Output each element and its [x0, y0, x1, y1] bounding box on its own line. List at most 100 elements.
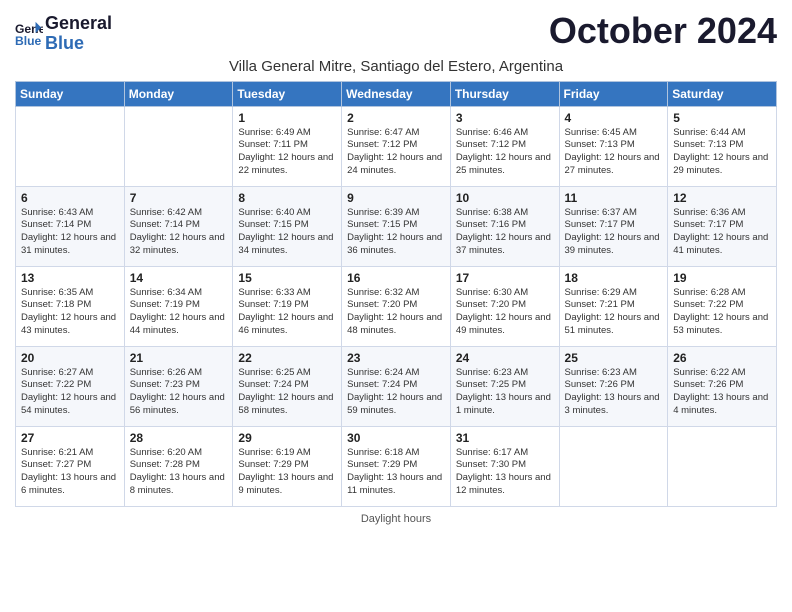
- cell-info: Sunrise: 6:29 AMSunset: 7:21 PMDaylight:…: [565, 287, 663, 338]
- calendar-cell: 3Sunrise: 6:46 AMSunset: 7:12 PMDaylight…: [450, 106, 559, 186]
- calendar-cell: 17 Sunrise: 6:30 AMSunset: 7:20 PMDayligh…: [450, 266, 559, 346]
- day-number: 23: [347, 351, 445, 365]
- day-header-sunday: Sunday: [16, 81, 125, 106]
- cell-info: Sunrise: 6:37 AMSunset: 7:17 PMDaylight:…: [565, 207, 663, 258]
- day-number: 15: [238, 271, 336, 285]
- calendar-cell: 22 Sunrise: 6:25 AMSunset: 7:24 PMDayligh…: [233, 346, 342, 426]
- calendar-cell: 31 Sunrise: 6:17 AMSunset: 7:30 PMDayligh…: [450, 426, 559, 506]
- cell-info: Sunrise: 6:44 AMSunset: 7:13 PMDaylight:…: [673, 127, 771, 178]
- day-number: 19: [673, 271, 771, 285]
- calendar-cell: 8Sunrise: 6:40 AMSunset: 7:15 PMDaylight…: [233, 186, 342, 266]
- day-header-thursday: Thursday: [450, 81, 559, 106]
- day-number: 8: [238, 191, 336, 205]
- cell-info: Sunrise: 6:46 AMSunset: 7:12 PMDaylight:…: [456, 127, 554, 178]
- cell-info: Sunrise: 6:23 AMSunset: 7:26 PMDaylight:…: [565, 367, 663, 418]
- calendar-cell: 27 Sunrise: 6:21 AMSunset: 7:27 PMDayligh…: [16, 426, 125, 506]
- cell-info: Sunrise: 6:18 AMSunset: 7:29 PMDaylight:…: [347, 447, 445, 498]
- calendar-week-1: 1Sunrise: 6:49 AMSunset: 7:11 PMDaylight…: [16, 106, 777, 186]
- cell-info: Sunrise: 6:36 AMSunset: 7:17 PMDaylight:…: [673, 207, 771, 258]
- day-number: 5: [673, 111, 771, 125]
- svg-text:Blue: Blue: [15, 34, 42, 48]
- day-number: 7: [130, 191, 228, 205]
- calendar-week-3: 13Sunrise: 6:35 AMSunset: 7:18 PMDayligh…: [16, 266, 777, 346]
- header: General Blue General Blue October 2024: [15, 10, 777, 54]
- cell-info: Sunrise: 6:39 AMSunset: 7:15 PMDaylight:…: [347, 207, 445, 258]
- calendar-cell: 2Sunrise: 6:47 AMSunset: 7:12 PMDaylight…: [342, 106, 451, 186]
- calendar-cell: 11 Sunrise: 6:37 AMSunset: 7:17 PMDayligh…: [559, 186, 668, 266]
- cell-info: Sunrise: 6:38 AMSunset: 7:16 PMDaylight:…: [456, 207, 554, 258]
- calendar-cell: 13Sunrise: 6:35 AMSunset: 7:18 PMDayligh…: [16, 266, 125, 346]
- day-header-friday: Friday: [559, 81, 668, 106]
- day-number: 26: [673, 351, 771, 365]
- calendar-cell: 12 Sunrise: 6:36 AMSunset: 7:17 PMDayligh…: [668, 186, 777, 266]
- calendar-cell: 7Sunrise: 6:42 AMSunset: 7:14 PMDaylight…: [124, 186, 233, 266]
- cell-info: Sunrise: 6:17 AMSunset: 7:30 PMDaylight:…: [456, 447, 554, 498]
- calendar-cell: 19 Sunrise: 6:28 AMSunset: 7:22 PMDayligh…: [668, 266, 777, 346]
- calendar-cell: 16 Sunrise: 6:32 AMSunset: 7:20 PMDayligh…: [342, 266, 451, 346]
- cell-info: Sunrise: 6:20 AMSunset: 7:28 PMDaylight:…: [130, 447, 228, 498]
- cell-info: Sunrise: 6:34 AMSunset: 7:19 PMDaylight:…: [130, 287, 228, 338]
- day-number: 14: [130, 271, 228, 285]
- cell-info: Sunrise: 6:23 AMSunset: 7:25 PMDaylight:…: [456, 367, 554, 418]
- day-header-saturday: Saturday: [668, 81, 777, 106]
- day-number: 12: [673, 191, 771, 205]
- calendar-cell: 18 Sunrise: 6:29 AMSunset: 7:21 PMDayligh…: [559, 266, 668, 346]
- day-number: 10: [456, 191, 554, 205]
- calendar-cell: 26 Sunrise: 6:22 AMSunset: 7:26 PMDayligh…: [668, 346, 777, 426]
- day-number: 9: [347, 191, 445, 205]
- calendar-cell: [124, 106, 233, 186]
- day-number: 11: [565, 191, 663, 205]
- cell-info: Sunrise: 6:47 AMSunset: 7:12 PMDaylight:…: [347, 127, 445, 178]
- day-number: 18: [565, 271, 663, 285]
- calendar-cell: 1Sunrise: 6:49 AMSunset: 7:11 PMDaylight…: [233, 106, 342, 186]
- calendar-cell: 6Sunrise: 6:43 AMSunset: 7:14 PMDaylight…: [16, 186, 125, 266]
- cell-info: Sunrise: 6:22 AMSunset: 7:26 PMDaylight:…: [673, 367, 771, 418]
- cell-info: Sunrise: 6:35 AMSunset: 7:18 PMDaylight:…: [21, 287, 119, 338]
- calendar-week-5: 27 Sunrise: 6:21 AMSunset: 7:27 PMDayligh…: [16, 426, 777, 506]
- calendar-cell: 5 Sunrise: 6:44 AMSunset: 7:13 PMDaylight…: [668, 106, 777, 186]
- calendar-cell: [16, 106, 125, 186]
- calendar-cell: 10 Sunrise: 6:38 AMSunset: 7:16 PMDayligh…: [450, 186, 559, 266]
- cell-info: Sunrise: 6:25 AMSunset: 7:24 PMDaylight:…: [238, 367, 336, 418]
- logo-text: General Blue: [45, 14, 112, 54]
- calendar-table: SundayMondayTuesdayWednesdayThursdayFrid…: [15, 81, 777, 507]
- day-number: 27: [21, 431, 119, 445]
- footer-note: Daylight hours: [15, 513, 777, 525]
- day-number: 30: [347, 431, 445, 445]
- cell-info: Sunrise: 6:30 AMSunset: 7:20 PMDaylight:…: [456, 287, 554, 338]
- calendar-cell: 20 Sunrise: 6:27 AMSunset: 7:22 PMDayligh…: [16, 346, 125, 426]
- calendar-week-2: 6Sunrise: 6:43 AMSunset: 7:14 PMDaylight…: [16, 186, 777, 266]
- logo: General Blue General Blue: [15, 14, 112, 54]
- day-header-monday: Monday: [124, 81, 233, 106]
- day-number: 16: [347, 271, 445, 285]
- cell-info: Sunrise: 6:49 AMSunset: 7:11 PMDaylight:…: [238, 127, 336, 178]
- cell-info: Sunrise: 6:33 AMSunset: 7:19 PMDaylight:…: [238, 287, 336, 338]
- day-number: 31: [456, 431, 554, 445]
- day-number: 25: [565, 351, 663, 365]
- calendar-week-4: 20 Sunrise: 6:27 AMSunset: 7:22 PMDayligh…: [16, 346, 777, 426]
- calendar-cell: [668, 426, 777, 506]
- cell-info: Sunrise: 6:45 AMSunset: 7:13 PMDaylight:…: [565, 127, 663, 178]
- day-number: 17: [456, 271, 554, 285]
- calendar-cell: 23 Sunrise: 6:24 AMSunset: 7:24 PMDayligh…: [342, 346, 451, 426]
- cell-info: Sunrise: 6:24 AMSunset: 7:24 PMDaylight:…: [347, 367, 445, 418]
- day-header-tuesday: Tuesday: [233, 81, 342, 106]
- day-number: 22: [238, 351, 336, 365]
- cell-info: Sunrise: 6:27 AMSunset: 7:22 PMDaylight:…: [21, 367, 119, 418]
- day-number: 4: [565, 111, 663, 125]
- cell-info: Sunrise: 6:26 AMSunset: 7:23 PMDaylight:…: [130, 367, 228, 418]
- subtitle: Villa General Mitre, Santiago del Estero…: [15, 58, 777, 75]
- calendar-cell: 9 Sunrise: 6:39 AMSunset: 7:15 PMDaylight…: [342, 186, 451, 266]
- cell-info: Sunrise: 6:21 AMSunset: 7:27 PMDaylight:…: [21, 447, 119, 498]
- day-number: 24: [456, 351, 554, 365]
- logo-icon: General Blue: [15, 20, 43, 48]
- cell-info: Sunrise: 6:32 AMSunset: 7:20 PMDaylight:…: [347, 287, 445, 338]
- calendar-cell: 24 Sunrise: 6:23 AMSunset: 7:25 PMDayligh…: [450, 346, 559, 426]
- cell-info: Sunrise: 6:28 AMSunset: 7:22 PMDaylight:…: [673, 287, 771, 338]
- day-number: 20: [21, 351, 119, 365]
- calendar-cell: 15 Sunrise: 6:33 AMSunset: 7:19 PMDayligh…: [233, 266, 342, 346]
- calendar-cell: 14 Sunrise: 6:34 AMSunset: 7:19 PMDayligh…: [124, 266, 233, 346]
- day-number: 21: [130, 351, 228, 365]
- month-title: October 2024: [549, 10, 777, 52]
- day-number: 6: [21, 191, 119, 205]
